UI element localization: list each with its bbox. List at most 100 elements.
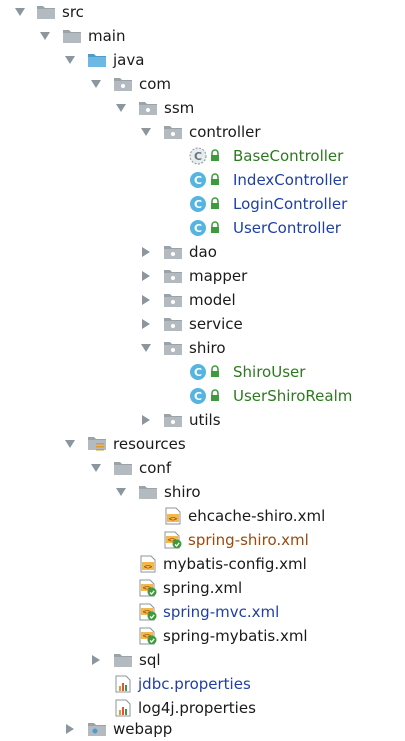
svg-text:C: C	[194, 390, 202, 403]
chevron-down-icon[interactable]	[39, 30, 51, 42]
lock-icon	[208, 170, 222, 190]
svg-text:C: C	[194, 174, 202, 187]
tree-node-label: service	[189, 315, 243, 333]
tree-node-service[interactable]: service	[0, 312, 405, 336]
chevron-down-icon[interactable]	[14, 6, 26, 18]
tree-node-shiro-folder[interactable]: shiro	[0, 480, 405, 504]
chevron-right-icon[interactable]	[64, 723, 76, 735]
tree-node-usercontroller[interactable]: C UserController	[0, 216, 405, 240]
svg-text:C: C	[194, 222, 202, 235]
tree-node-model[interactable]: model	[0, 288, 405, 312]
tree-node-spring-shiro-xml[interactable]: <> spring-shiro.xml	[0, 528, 405, 552]
package-icon	[113, 74, 133, 94]
chevron-right-icon[interactable]	[90, 654, 102, 666]
xml-file-icon: <>	[163, 506, 183, 526]
chevron-down-icon[interactable]	[90, 78, 102, 90]
tree-node-label: java	[113, 51, 145, 69]
folder-icon	[113, 650, 133, 670]
chevron-right-icon[interactable]	[140, 414, 152, 426]
svg-text:<>: <>	[169, 515, 177, 523]
tree-node-label: main	[88, 27, 126, 45]
folder-icon	[113, 458, 133, 478]
package-icon	[163, 338, 183, 358]
tree-node-label: spring.xml	[163, 579, 243, 597]
tree-node-sql[interactable]: sql	[0, 648, 405, 672]
chevron-down-icon[interactable]	[115, 102, 127, 114]
tree-node-label: LoginController	[233, 195, 348, 213]
tree-node-conf[interactable]: conf	[0, 456, 405, 480]
tree-node-label: jdbc.properties	[138, 675, 251, 693]
tree-node-main[interactable]: main	[0, 24, 405, 48]
folder-icon	[138, 482, 158, 502]
tree-node-label: spring-mybatis.xml	[163, 627, 308, 645]
tree-node-label: com	[139, 75, 172, 93]
tree-node-jdbc-properties[interactable]: jdbc.properties	[0, 672, 405, 696]
chevron-down-icon[interactable]	[64, 438, 76, 450]
tree-node-controller[interactable]: controller	[0, 120, 405, 144]
tree-node-label: BaseController	[233, 147, 344, 165]
tree-node-logincontroller[interactable]: C LoginController	[0, 192, 405, 216]
tree-node-label: controller	[189, 123, 261, 141]
folder-icon	[36, 2, 56, 22]
folder-icon	[62, 26, 82, 46]
tree-node-ehcache-shiro-xml[interactable]: <> ehcache-shiro.xml	[0, 504, 405, 528]
tree-node-label: mybatis-config.xml	[163, 555, 307, 573]
tree-node-dao[interactable]: dao	[0, 240, 405, 264]
tree-node-com[interactable]: com	[0, 72, 405, 96]
tree-node-src[interactable]: src	[0, 0, 405, 24]
tree-node-label: sql	[139, 651, 161, 669]
resources-folder-icon	[87, 434, 107, 454]
svg-text:C: C	[194, 366, 202, 379]
tree-node-spring-mvc-xml[interactable]: <> spring-mvc.xml	[0, 600, 405, 624]
tree-node-label: shiro	[189, 339, 226, 357]
chevron-down-icon[interactable]	[90, 462, 102, 474]
tree-node-usershirorealm[interactable]: C UserShiroRealm	[0, 384, 405, 408]
tree-node-mapper[interactable]: mapper	[0, 264, 405, 288]
chevron-right-icon[interactable]	[140, 318, 152, 330]
tree-node-ssm[interactable]: ssm	[0, 96, 405, 120]
lock-icon	[208, 362, 222, 382]
chevron-right-icon[interactable]	[140, 246, 152, 258]
package-icon	[163, 266, 183, 286]
chevron-down-icon[interactable]	[64, 54, 76, 66]
tree-node-indexcontroller[interactable]: C IndexController	[0, 168, 405, 192]
svg-text:C: C	[194, 198, 202, 211]
tree-node-resources[interactable]: resources	[0, 432, 405, 456]
tree-node-mybatis-config-xml[interactable]: <> mybatis-config.xml	[0, 552, 405, 576]
tree-node-label: spring-mvc.xml	[163, 603, 280, 621]
package-icon	[163, 314, 183, 334]
class-icon: C	[188, 194, 208, 214]
chevron-down-icon[interactable]	[140, 342, 152, 354]
tree-node-webapp[interactable]: webapp	[0, 717, 405, 741]
package-icon	[138, 98, 158, 118]
tree-node-label: IndexController	[233, 171, 349, 189]
tree-node-shiro-package[interactable]: shiro	[0, 336, 405, 360]
class-icon: C	[188, 362, 208, 382]
spring-xml-file-icon: <>	[163, 530, 183, 550]
tree-node-spring-xml[interactable]: <> spring.xml	[0, 576, 405, 600]
tree-node-java[interactable]: java	[0, 48, 405, 72]
tree-node-label: shiro	[164, 483, 201, 501]
tree-node-label: utils	[189, 411, 221, 429]
spring-xml-file-icon: <>	[138, 626, 158, 646]
properties-file-icon	[113, 674, 133, 694]
tree-node-label: spring-shiro.xml	[188, 531, 309, 549]
tree-node-spring-mybatis-xml[interactable]: <> spring-mybatis.xml	[0, 624, 405, 648]
tree-node-label: resources	[113, 435, 186, 453]
chevron-down-icon[interactable]	[140, 126, 152, 138]
properties-file-icon	[113, 698, 133, 718]
lock-icon	[208, 218, 222, 238]
source-folder-icon	[87, 50, 107, 70]
tree-node-label: src	[62, 3, 84, 21]
package-icon	[163, 290, 183, 310]
chevron-right-icon[interactable]	[140, 294, 152, 306]
tree-node-shirouser[interactable]: C ShiroUser	[0, 360, 405, 384]
tree-node-basecontroller[interactable]: C BaseController	[0, 144, 405, 168]
class-icon: C	[188, 170, 208, 190]
chevron-down-icon[interactable]	[115, 486, 127, 498]
tree-node-utils[interactable]: utils	[0, 408, 405, 432]
chevron-right-icon[interactable]	[140, 270, 152, 282]
class-icon: C	[188, 218, 208, 238]
svg-text:C: C	[194, 150, 202, 163]
web-folder-icon	[87, 719, 107, 739]
